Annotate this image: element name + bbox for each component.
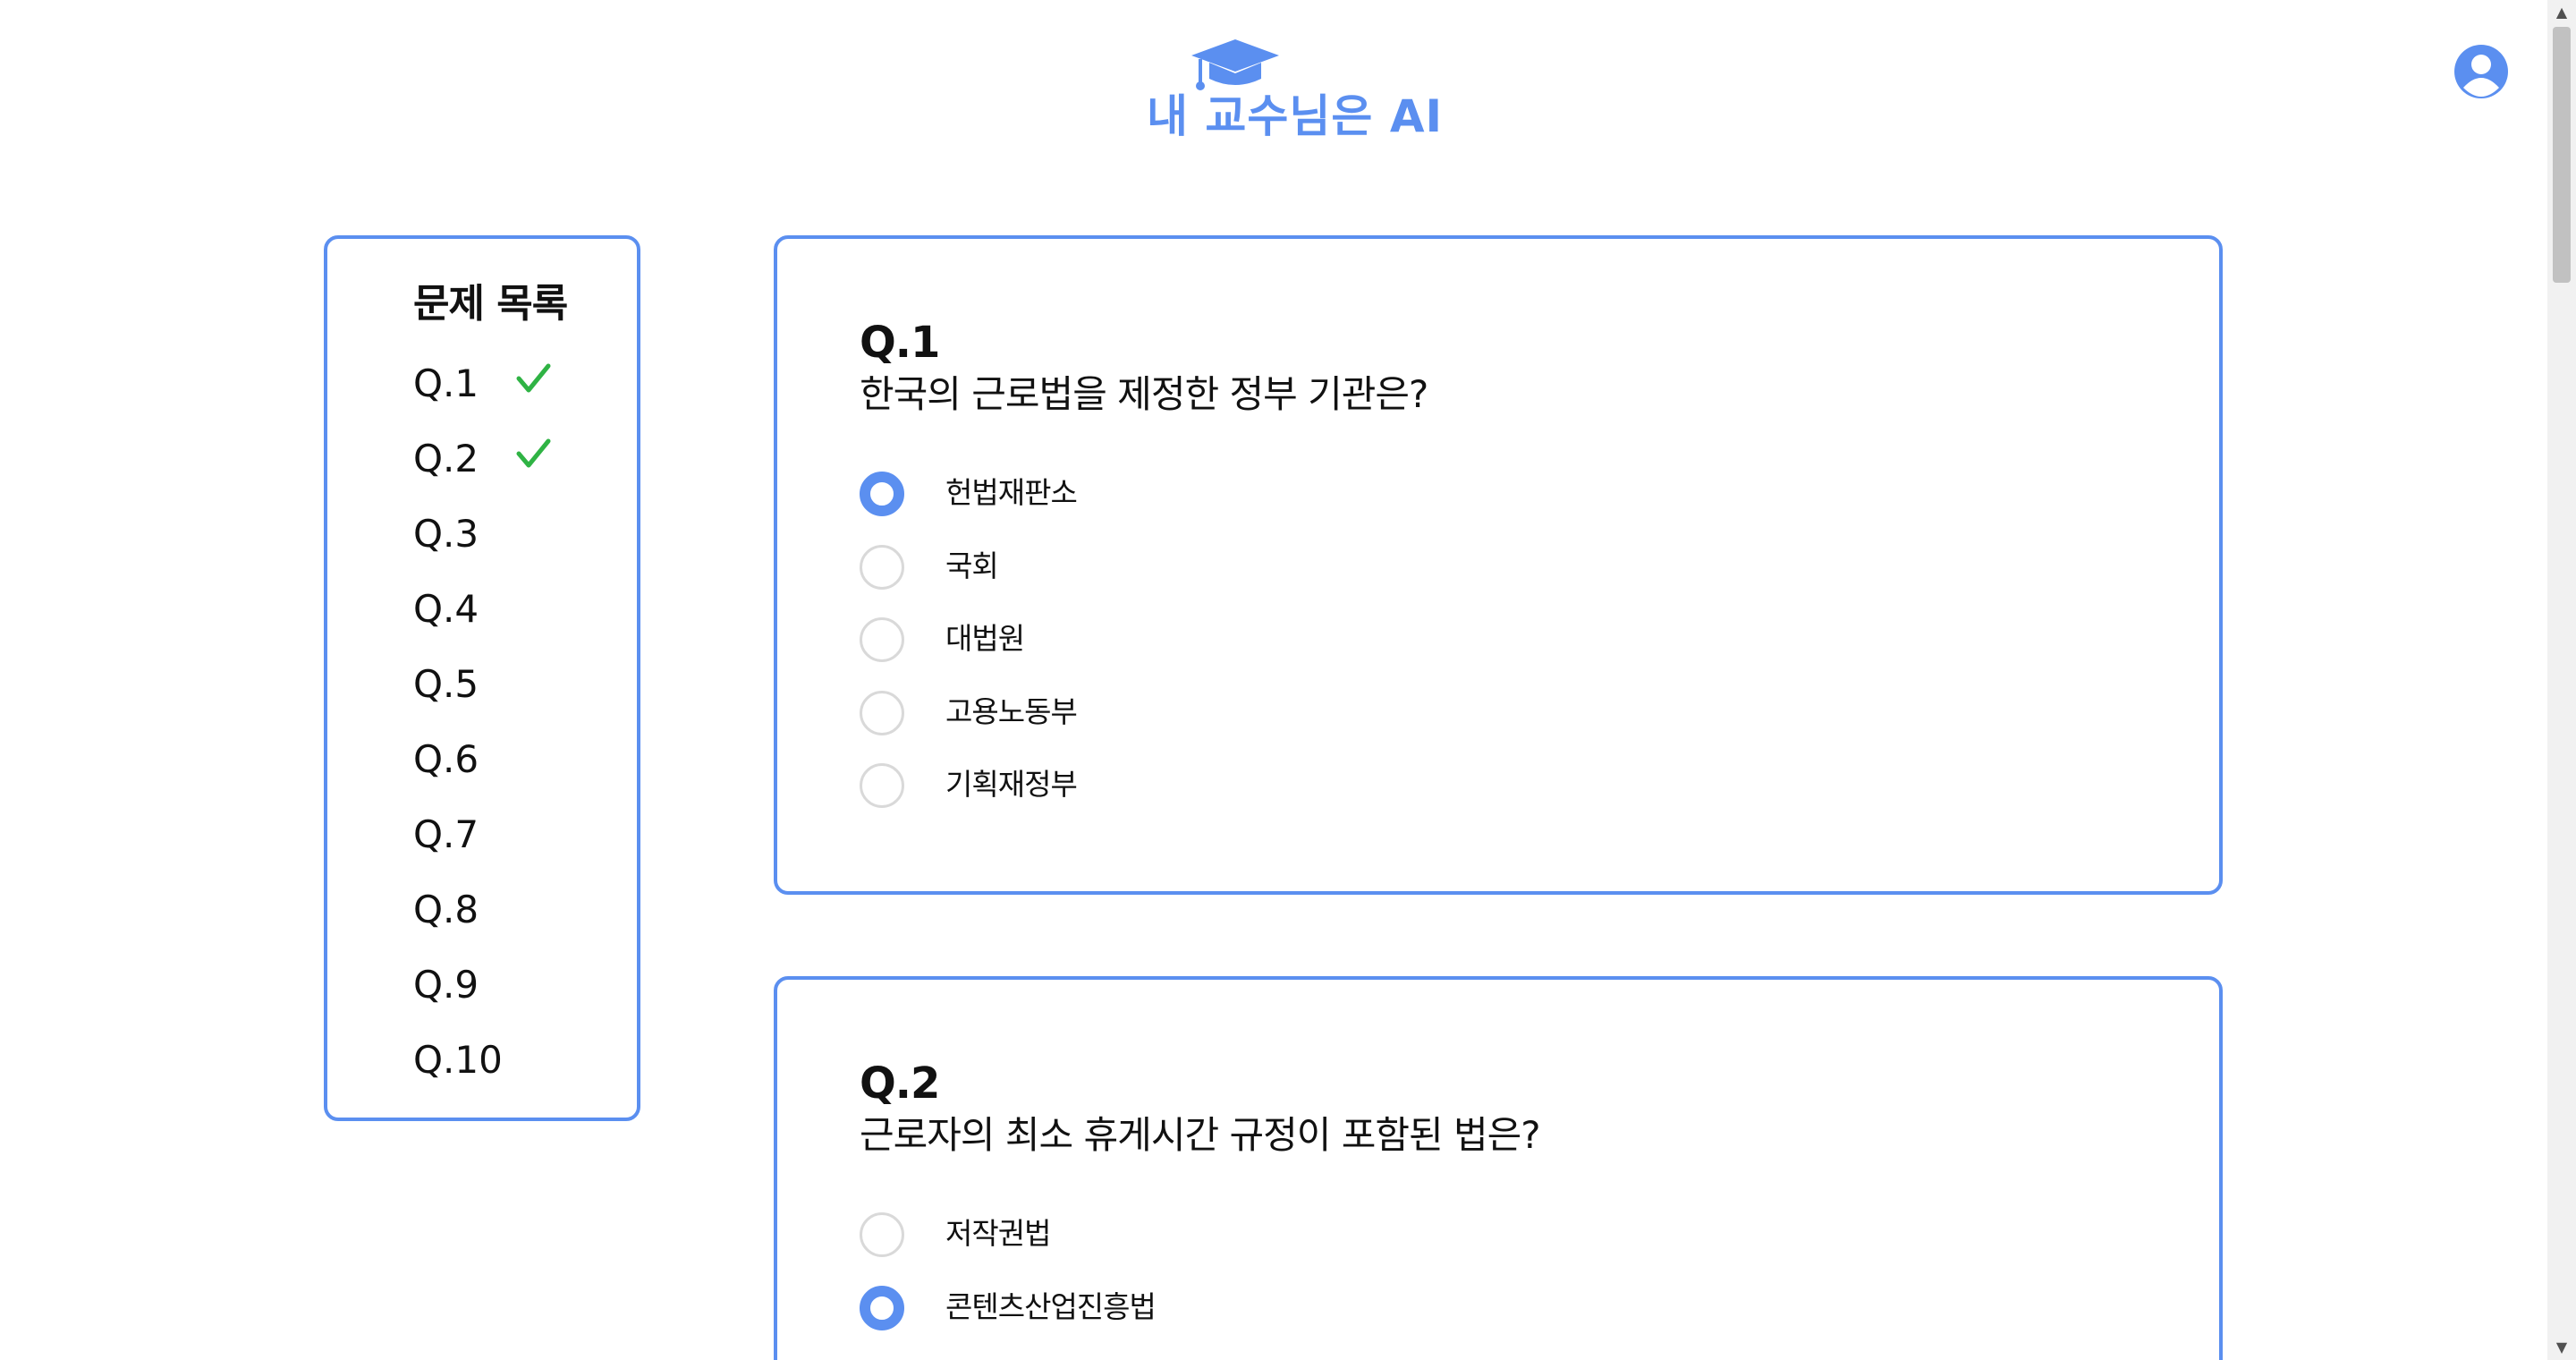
answer-option[interactable]: 콘텐츠산업진흥법	[860, 1282, 1396, 1356]
question-link-label: Q.9	[413, 963, 479, 1007]
answer-option[interactable]: 고용노동부	[860, 687, 1396, 761]
answer-option[interactable]: 국회	[860, 541, 1396, 615]
answer-option-label: 대법원	[945, 621, 1025, 656]
radio-button[interactable]	[860, 690, 904, 735]
question-link-label: Q.6	[413, 737, 479, 781]
question-link-label: Q.2	[413, 437, 479, 480]
checkmark-icon	[516, 438, 551, 468]
question-link-9[interactable]: Q.9	[413, 948, 592, 1023]
question-link-label: Q.1	[413, 361, 479, 405]
answer-option-label: 콘텐츠산업진흥법	[945, 1288, 1157, 1324]
question-link-7[interactable]: Q.7	[413, 797, 592, 872]
question-link-label: Q.3	[413, 512, 479, 556]
question-list: Q.1 Q.2 Q.3 Q.4 Q.5 Q.6 Q.7 Q.8 Q.9 Q.10	[413, 346, 592, 1098]
question-link-label: Q.7	[413, 812, 479, 856]
question-card-1: Q.1 한국의 근로법을 제정한 정부 기관은? 헌법재판소 국회 대법원 고용…	[774, 235, 2223, 895]
answer-option-label: 저작권법	[945, 1216, 1051, 1251]
question-link-2[interactable]: Q.2	[413, 421, 592, 497]
app-logo[interactable]: 내 교수님은 AI	[1147, 36, 1442, 142]
question-list-panel: 문제 목록 Q.1 Q.2 Q.3 Q.4 Q.5 Q.6 Q.7 Q.8 Q.…	[324, 235, 640, 1121]
answer-option-label: 기획재정부	[945, 767, 1078, 802]
quiz-page: 내 교수님은 AI 문제 목록 Q.1 Q.2 Q.3 Q.4 Q.5 Q.6 …	[0, 0, 2576, 1360]
radio-button[interactable]	[860, 1285, 904, 1330]
question-link-4[interactable]: Q.4	[413, 572, 592, 647]
vertical-scrollbar[interactable]: ▲ ▼	[2547, 0, 2576, 1360]
answer-option-label: 헌법재판소	[945, 475, 1078, 510]
answer-option[interactable]: 저작권법	[860, 1209, 1396, 1282]
answer-options: 저작권법 콘텐츠산업진흥법	[860, 1209, 1396, 1355]
question-link-label: Q.10	[413, 1038, 503, 1082]
radio-button[interactable]	[860, 763, 904, 808]
question-link-3[interactable]: Q.3	[413, 497, 592, 572]
answer-option-label: 국회	[945, 548, 999, 583]
question-link-10[interactable]: Q.10	[413, 1023, 592, 1098]
question-number: Q.1	[860, 318, 940, 368]
question-list-title: 문제 목록	[413, 281, 568, 327]
scrollbar-thumb[interactable]	[2553, 27, 2571, 283]
radio-button[interactable]	[860, 472, 904, 516]
answer-option[interactable]: 기획재정부	[860, 760, 1396, 833]
answer-option[interactable]: 대법원	[860, 614, 1396, 687]
question-link-8[interactable]: Q.8	[413, 872, 592, 948]
scroll-up-arrow-icon[interactable]: ▲	[2547, 0, 2576, 25]
question-link-5[interactable]: Q.5	[413, 647, 592, 722]
question-text: 한국의 근로법을 제정한 정부 기관은?	[860, 372, 1428, 416]
answer-options: 헌법재판소 국회 대법원 고용노동부 기획재정부	[860, 468, 1396, 833]
question-link-label: Q.8	[413, 888, 479, 931]
question-link-label: Q.4	[413, 587, 479, 631]
user-circle-icon[interactable]	[2453, 43, 2510, 100]
question-card-2: Q.2 근로자의 최소 휴게시간 규정이 포함된 법은? 저작권법 콘텐츠산업진…	[774, 976, 2223, 1360]
question-link-6[interactable]: Q.6	[413, 722, 592, 797]
radio-button[interactable]	[860, 544, 904, 590]
question-number: Q.2	[860, 1058, 940, 1109]
answer-option[interactable]: 헌법재판소	[860, 468, 1396, 541]
logo-text: 내 교수님은 AI	[1147, 90, 1444, 142]
radio-button[interactable]	[860, 617, 904, 662]
question-link-1[interactable]: Q.1	[413, 346, 592, 421]
radio-button[interactable]	[860, 1212, 904, 1257]
answer-option-label: 고용노동부	[945, 693, 1078, 729]
question-link-label: Q.5	[413, 662, 479, 706]
question-text: 근로자의 최소 휴게시간 규정이 포함된 법은?	[860, 1113, 1541, 1157]
checkmark-icon	[516, 363, 551, 393]
scroll-down-arrow-icon[interactable]: ▼	[2547, 1335, 2576, 1360]
